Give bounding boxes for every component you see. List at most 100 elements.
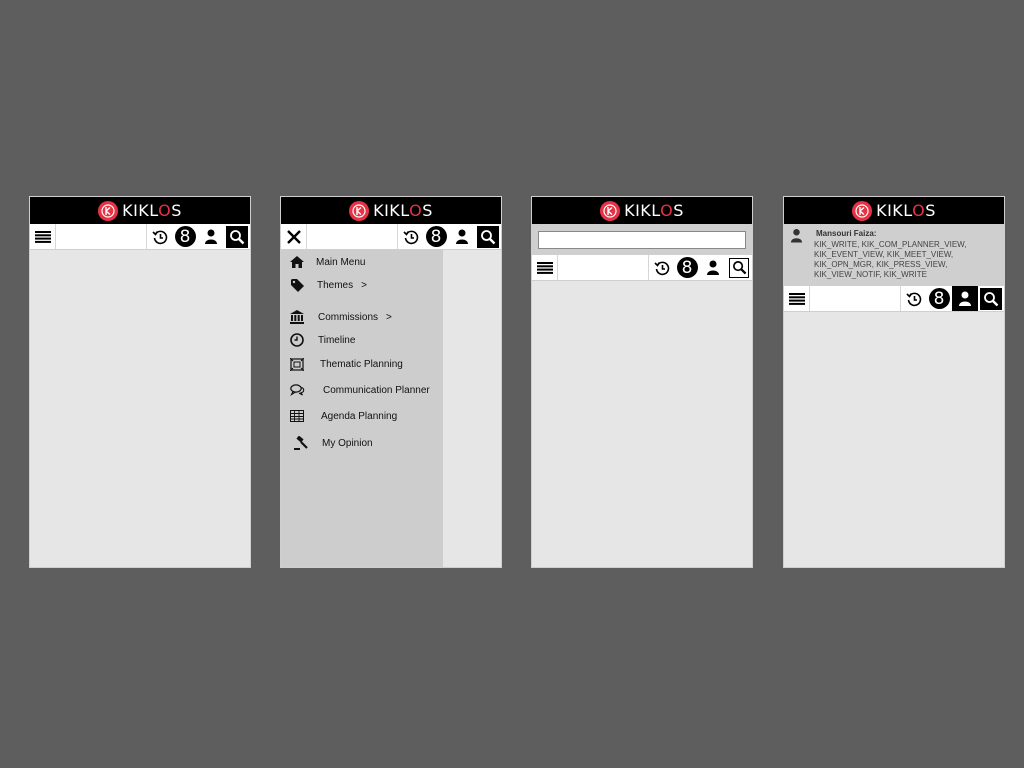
menu-item-label: Communication Planner — [323, 384, 430, 396]
clock-icon — [288, 333, 306, 347]
user-avatar-icon — [790, 229, 803, 243]
notifications-button[interactable]: 8 — [423, 224, 449, 249]
permissions-line: KIK_EVENT_VIEW, KIK_MEET_VIEW, — [814, 250, 954, 259]
user-name: Mansouri Faiza: — [816, 229, 877, 238]
history-button[interactable] — [648, 255, 674, 280]
kiklos-logo-text: KIKLOS — [373, 201, 433, 220]
history-button[interactable] — [900, 286, 926, 311]
search-button[interactable] — [475, 224, 501, 249]
home-icon — [288, 256, 306, 268]
menu-item-my-opinion[interactable]: My Opinion — [292, 436, 373, 450]
menu-item-label: Thematic Planning — [320, 359, 403, 370]
menu-item-thematic-planning[interactable]: Thematic Planning — [288, 358, 403, 371]
search-icon — [984, 291, 999, 306]
history-icon — [151, 230, 167, 244]
user-button[interactable] — [952, 286, 978, 311]
kiklos-logo-mark-icon — [98, 200, 119, 221]
menu-item-label: My Opinion — [322, 437, 373, 449]
notification-count-badge: 8 — [676, 257, 698, 278]
search-icon — [481, 229, 496, 244]
table-icon — [288, 410, 306, 422]
user-button[interactable] — [449, 224, 475, 249]
notification-count-badge: 8 — [174, 226, 196, 247]
toolbar: 8 — [281, 224, 501, 250]
kiklos-logo-mark-icon — [349, 200, 370, 221]
institution-icon — [288, 310, 306, 324]
header-logo-bar: KIKLOS — [532, 197, 752, 224]
notifications-button[interactable]: 8 — [172, 224, 198, 249]
kiklos-logo[interactable]: KIKLOS — [600, 200, 684, 221]
gavel-icon — [292, 436, 310, 450]
search-icon — [230, 229, 245, 244]
menu-item-themes[interactable]: Themes > — [288, 279, 367, 292]
history-icon — [653, 261, 669, 275]
menu-item-communication-planner[interactable]: Communication Planner — [288, 384, 430, 396]
close-menu-button[interactable] — [281, 224, 307, 249]
notification-count-badge: 8 — [425, 226, 447, 247]
kiklos-logo[interactable]: KIKLOS — [349, 200, 433, 221]
mockup-user-open: KIKLOS Mansouri Faiza: KIK_WRITE, KIK_CO… — [783, 196, 1005, 568]
tag-icon — [288, 279, 306, 292]
menu-item-label: Timeline — [318, 334, 356, 346]
side-menu: Main Menu Themes > Commissions > Timelin… — [281, 250, 443, 567]
menu-item-timeline[interactable]: Timeline — [288, 333, 355, 347]
history-button[interactable] — [397, 224, 423, 249]
hamburger-icon — [34, 230, 51, 243]
notifications-button[interactable]: 8 — [674, 255, 700, 280]
user-button[interactable] — [700, 255, 726, 280]
search-bar-area — [532, 224, 752, 255]
permissions-line: KIK_VIEW_NOTIF, KIK_WRITE — [814, 270, 927, 279]
menu-item-label: Commissions — [318, 311, 379, 323]
search-button[interactable] — [726, 255, 752, 280]
close-icon — [286, 229, 301, 244]
toolbar: 8 — [532, 255, 752, 281]
menu-item-label: Agenda Planning — [321, 410, 398, 422]
mockup-default: KIKLOS 8 — [29, 196, 251, 568]
user-icon — [959, 291, 971, 306]
history-icon — [905, 292, 921, 306]
permissions-line: KIK_OPN_MGR, KIK_PRESS_VIEW, — [814, 260, 948, 269]
menu-item-main-menu[interactable]: Main Menu — [288, 256, 365, 268]
search-input[interactable] — [538, 230, 746, 249]
chevron-right-icon: > — [361, 280, 367, 291]
kiklos-logo-mark-icon — [852, 200, 873, 221]
history-icon — [402, 230, 418, 244]
hamburger-icon — [536, 261, 553, 274]
mockup-menu-open: KIKLOS 8 Main Menu Themes > Commissions … — [280, 196, 502, 568]
kiklos-logo-text: KIKLOS — [122, 201, 182, 220]
kiklos-logo-text: KIKLOS — [624, 201, 684, 220]
menu-item-label: Themes — [317, 280, 354, 291]
search-icon — [732, 261, 746, 275]
chat-icon — [288, 384, 306, 396]
search-button[interactable] — [978, 286, 1004, 311]
mockup-search-open: KIKLOS 8 — [531, 196, 753, 568]
kiklos-logo[interactable]: KIKLOS — [98, 200, 182, 221]
kiklos-logo-text: KIKLOS — [876, 201, 936, 220]
permissions-line: KIK_WRITE, KIK_COM_PLANNER_VIEW, — [814, 240, 967, 249]
notification-count-badge: 8 — [928, 288, 950, 309]
user-button[interactable] — [198, 224, 224, 249]
menu-button[interactable] — [532, 255, 558, 280]
menu-item-agenda-planning[interactable]: Agenda Planning — [288, 410, 397, 422]
toolbar: 8 — [30, 224, 250, 250]
kiklos-logo-mark-icon — [600, 200, 621, 221]
user-info-panel: Mansouri Faiza: KIK_WRITE, KIK_COM_PLANN… — [784, 224, 1004, 286]
user-icon — [707, 260, 719, 275]
planning-icon — [288, 358, 306, 371]
toolbar: 8 — [784, 286, 1004, 312]
search-button[interactable] — [224, 224, 250, 249]
menu-item-commissions[interactable]: Commissions > — [288, 310, 392, 324]
history-button[interactable] — [146, 224, 172, 249]
user-icon — [456, 229, 468, 244]
menu-item-label: Main Menu — [316, 256, 366, 268]
hamburger-icon — [788, 292, 805, 305]
menu-button[interactable] — [30, 224, 56, 249]
notifications-button[interactable]: 8 — [926, 286, 952, 311]
user-permissions: KIK_WRITE, KIK_COM_PLANNER_VIEW, KIK_EVE… — [814, 240, 999, 280]
menu-button[interactable] — [784, 286, 810, 311]
kiklos-logo[interactable]: KIKLOS — [852, 200, 936, 221]
